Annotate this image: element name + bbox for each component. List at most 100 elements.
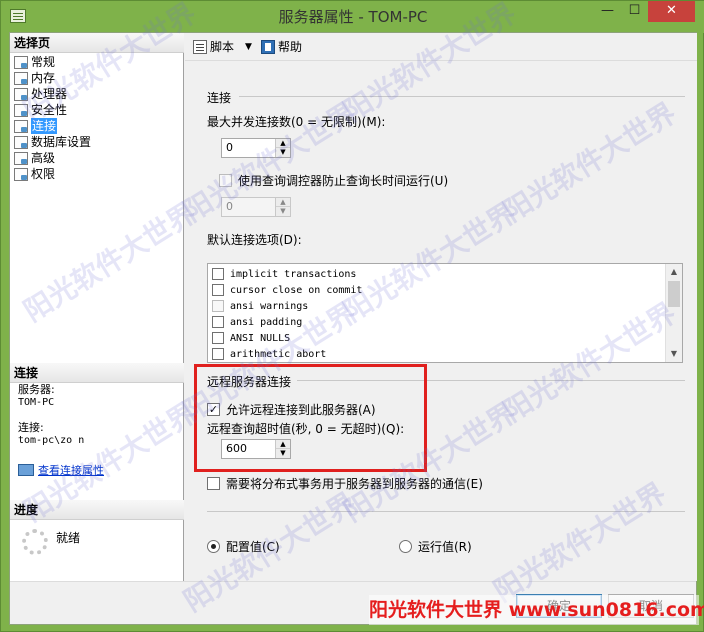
- nav-label: 安全性: [31, 103, 68, 117]
- distributed-transactions-checkbox-row[interactable]: 需要将分布式事务用于服务器到服务器的通信(E): [207, 475, 483, 492]
- nav-label: 常规: [31, 55, 56, 69]
- option-checkbox[interactable]: [212, 300, 224, 312]
- distributed-transactions-checkbox[interactable]: [207, 477, 220, 490]
- option-label: implicit transactions: [230, 268, 357, 280]
- max-concurrent-value: 0: [226, 141, 233, 154]
- list-item[interactable]: ansi warnings: [212, 300, 308, 312]
- connections-section-title: 连接: [207, 91, 232, 105]
- nav-item-general[interactable]: 常规: [12, 54, 182, 70]
- page-icon: [14, 87, 28, 101]
- script-dropdown-arrow[interactable]: ▼: [245, 39, 252, 55]
- query-governor-spinbox: 0 ▲ ▼: [221, 197, 291, 217]
- page-nav-list: 常规 内存 处理器 安全性 连接 数据库设置 高级 权限: [12, 54, 182, 182]
- default-options-list[interactable]: implicit transactions cursor close on co…: [207, 263, 683, 363]
- scroll-down-icon[interactable]: ▼: [666, 346, 682, 362]
- spin-down-icon: ▼: [276, 207, 290, 216]
- maximize-button[interactable]: ☐: [621, 1, 648, 22]
- nav-item-database-settings[interactable]: 数据库设置: [12, 134, 182, 150]
- spin-buttons: ▲ ▼: [275, 198, 290, 216]
- configured-values-label: 配置值(C): [226, 540, 280, 554]
- distributed-transactions-label: 需要将分布式事务用于服务器到服务器的通信(E): [226, 477, 483, 491]
- nav-label: 数据库设置: [31, 135, 92, 149]
- section-divider: [239, 96, 685, 97]
- connection-label: 连接:: [18, 421, 44, 434]
- left-pane: 选择页 常规 内存 处理器 安全性 连接 数据库设置 高级 权限 连接 服务器:…: [10, 33, 184, 581]
- nav-item-permissions[interactable]: 权限: [12, 166, 182, 182]
- connection-header: 连接: [10, 363, 184, 383]
- spin-up-icon[interactable]: ▲: [276, 139, 290, 148]
- watermark-banner: 阳光软件大世界 www.sun0816.com: [369, 595, 704, 625]
- progress-status: 就绪: [56, 531, 81, 545]
- running-values-radio-row[interactable]: 运行值(R): [399, 538, 472, 555]
- options-scrollbar[interactable]: ▲ ▼: [665, 264, 682, 362]
- page-icon: [14, 151, 28, 165]
- list-item[interactable]: cursor close on commit: [212, 284, 362, 296]
- toolbar: 脚本 ▼ 帮助: [185, 33, 697, 61]
- connection-info: 服务器: TOM-PC 连接: tom-pc\zo n: [18, 383, 178, 447]
- script-label: 脚本: [210, 40, 235, 54]
- configured-values-radio[interactable]: [207, 540, 220, 553]
- configured-values-radio-row[interactable]: 配置值(C): [207, 538, 280, 555]
- query-governor-value: 0: [226, 200, 233, 213]
- script-button[interactable]: 脚本: [193, 39, 234, 55]
- spin-up-icon: ▲: [276, 198, 290, 207]
- option-checkbox[interactable]: [212, 268, 224, 280]
- nav-item-connections[interactable]: 连接: [12, 118, 182, 134]
- running-values-label: 运行值(R): [418, 540, 472, 554]
- page-icon: [14, 135, 28, 149]
- server-label: 服务器:: [18, 383, 55, 396]
- right-pane: 脚本 ▼ 帮助 连接 最大并发连接数(0 = 无限制)(M): 0 ▲ ▼ 使用…: [185, 33, 697, 581]
- nav-item-memory[interactable]: 内存: [12, 70, 182, 86]
- spin-down-icon[interactable]: ▼: [276, 148, 290, 157]
- script-icon: [193, 40, 207, 54]
- query-governor-label: 使用查询调控器防止查询长时间运行(U): [238, 174, 449, 188]
- nav-label: 连接: [31, 118, 58, 134]
- default-options-label: 默认连接选项(D):: [207, 233, 302, 247]
- view-connection-properties-link[interactable]: 查看连接属性: [18, 462, 104, 478]
- progress-header: 进度: [10, 500, 184, 520]
- running-values-radio[interactable]: [399, 540, 412, 553]
- dialog-window: 服务器属性 - TOM-PC — ☐ ✕ 选择页 常规 内存 处理器 安全性 连…: [0, 0, 704, 632]
- option-label: ansi padding: [230, 316, 303, 328]
- close-button[interactable]: ✕: [648, 1, 695, 22]
- help-button[interactable]: 帮助: [261, 39, 302, 55]
- option-label: ANSI NULLS: [230, 332, 291, 344]
- list-item[interactable]: ansi padding: [212, 316, 302, 328]
- page-icon: [14, 167, 28, 181]
- title-bar[interactable]: 服务器属性 - TOM-PC — ☐ ✕: [1, 1, 704, 33]
- option-label: arithmetic abort: [230, 348, 327, 360]
- help-label: 帮助: [278, 40, 303, 54]
- progress-spinner-icon: [22, 529, 48, 555]
- nav-item-processors[interactable]: 处理器: [12, 86, 182, 102]
- option-checkbox[interactable]: [212, 332, 224, 344]
- max-concurrent-label: 最大并发连接数(0 = 无限制)(M):: [207, 115, 386, 129]
- list-item[interactable]: implicit transactions: [212, 268, 356, 280]
- option-checkbox[interactable]: [212, 316, 224, 328]
- query-governor-checkbox-row[interactable]: 使用查询调控器防止查询长时间运行(U): [219, 172, 448, 189]
- nav-label: 权限: [31, 167, 56, 181]
- query-governor-checkbox[interactable]: [219, 174, 232, 187]
- connection-properties-icon: [18, 464, 34, 476]
- nav-label: 高级: [31, 151, 56, 165]
- option-label: cursor close on commit: [230, 284, 363, 296]
- scroll-up-icon[interactable]: ▲: [666, 264, 682, 280]
- view-link-label: 查看连接属性: [38, 464, 104, 477]
- max-concurrent-spinbox[interactable]: 0 ▲ ▼: [221, 138, 291, 158]
- spin-buttons: ▲ ▼: [275, 139, 290, 157]
- nav-label: 处理器: [31, 87, 68, 101]
- page-icon: [14, 119, 28, 133]
- nav-label: 内存: [31, 71, 56, 85]
- option-checkbox[interactable]: [212, 284, 224, 296]
- scroll-thumb[interactable]: [668, 281, 680, 307]
- list-item[interactable]: arithmetic abort: [212, 348, 326, 360]
- nav-item-security[interactable]: 安全性: [12, 102, 182, 118]
- option-label: ansi warnings: [230, 300, 309, 312]
- nav-item-advanced[interactable]: 高级: [12, 150, 182, 166]
- highlight-annotation-box: [194, 364, 427, 472]
- server-value: TOM-PC: [18, 397, 55, 408]
- option-checkbox[interactable]: [212, 348, 224, 360]
- dialog-client: 选择页 常规 内存 处理器 安全性 连接 数据库设置 高级 权限 连接 服务器:…: [9, 32, 697, 625]
- minimize-button[interactable]: —: [594, 1, 621, 22]
- select-page-header: 选择页: [10, 33, 184, 53]
- list-item[interactable]: ANSI NULLS: [212, 332, 290, 344]
